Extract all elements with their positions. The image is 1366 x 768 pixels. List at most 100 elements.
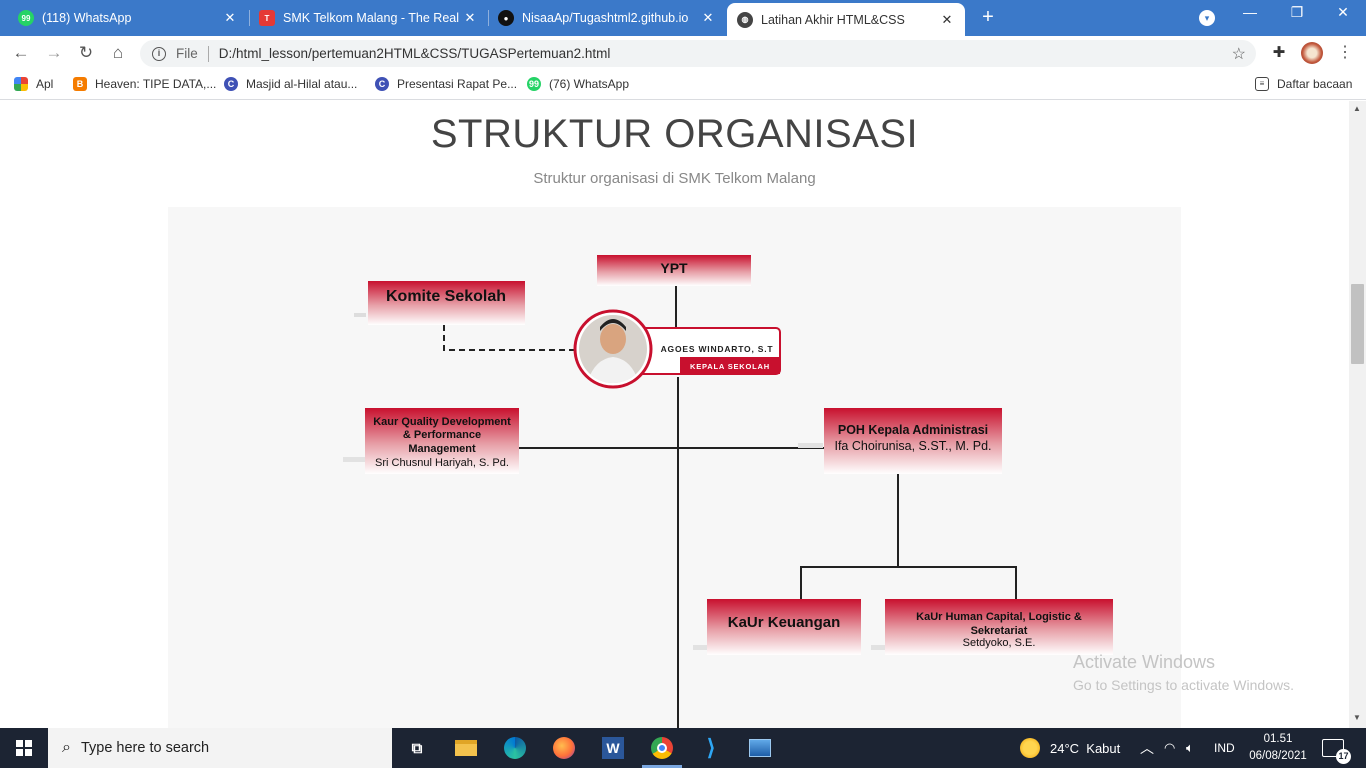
svg-text:POH Kepala Administrasi: POH Kepala Administrasi [838, 423, 988, 437]
file-explorer-icon[interactable] [452, 734, 480, 762]
tab-title: (118) WhatsApp [42, 11, 132, 25]
bookmark-whatsapp[interactable]: 99 (76) WhatsApp [527, 77, 629, 91]
telkom-icon: T [259, 10, 275, 26]
close-icon[interactable]: ✕ [939, 12, 955, 28]
bookmark-label: (76) WhatsApp [549, 77, 630, 91]
profile-avatar[interactable] [1301, 42, 1323, 64]
bookmark-presentasi[interactable]: C Presentasi Rapat Pe... [375, 77, 517, 91]
watermark-line1: Activate Windows [1073, 652, 1216, 672]
svg-text:Kaur Quality Development: Kaur Quality Development [373, 416, 511, 428]
network-wifi-icon[interactable]: ◠ [1164, 728, 1175, 768]
tab-title: SMK Telkom Malang - The Real Ir [283, 11, 462, 25]
svg-text:KEPALA SEKOLAH: KEPALA SEKOLAH [690, 362, 770, 371]
canva-icon: C [224, 77, 238, 91]
close-icon[interactable]: ✕ [222, 10, 238, 26]
whatsapp-icon: 99 [527, 77, 541, 91]
scheme-label: File [176, 46, 198, 61]
notification-center-icon[interactable]: 17 [1322, 728, 1351, 768]
svg-text:& Performance: & Performance [403, 429, 481, 441]
page-subtitle: Struktur organisasi di SMK Telkom Malang [533, 170, 816, 187]
kebab-menu-icon[interactable]: ⋮ [1337, 42, 1353, 62]
page-viewport: STRUKTUR ORGANISASI Struktur organisasi … [0, 101, 1349, 728]
tab-smk-telkom[interactable]: T SMK Telkom Malang - The Real Ir ✕ [249, 3, 488, 33]
watermark-line2: Go to Settings to activate Windows. [1073, 677, 1294, 693]
vscode-icon[interactable]: ⟩ [697, 734, 725, 762]
clock-time: 01.51 [1263, 733, 1293, 745]
svg-text:YPT: YPT [660, 260, 688, 276]
org-node-kaur-keuangan: KaUr Keuangan [707, 599, 861, 655]
bookmark-heaven[interactable]: B Heaven: TIPE DATA,... [73, 77, 216, 91]
input-language[interactable]: IND [1214, 728, 1235, 768]
scroll-thumb[interactable] [1351, 284, 1364, 364]
address-bar[interactable]: i File D:/html_lesson/pertemuan2HTML&CSS… [140, 40, 1256, 67]
bookmark-apps[interactable]: Apl [14, 77, 53, 91]
restore-icon[interactable]: ❐ [1287, 4, 1307, 21]
scroll-up-arrow-icon[interactable]: ▲ [1353, 104, 1361, 113]
bookmarks-bar: Apl B Heaven: TIPE DATA,... C Masjid al-… [0, 70, 1366, 100]
bookmark-star-icon[interactable]: ☆ [1232, 44, 1246, 64]
minimize-icon[interactable]: — [1240, 4, 1260, 20]
svg-text:Sri Chusnul Hariyah, S. Pd.: Sri Chusnul Hariyah, S. Pd. [375, 457, 509, 469]
home-icon[interactable]: ⌂ [107, 42, 129, 64]
tab-search-icon[interactable]: ▾ [1199, 10, 1215, 26]
scroll-down-arrow-icon[interactable]: ▼ [1353, 713, 1361, 722]
org-chart-image: YPT Komite Sekolah AGOES WINDARTO, S.T K… [168, 207, 1181, 728]
show-hidden-icons-chevron-icon[interactable]: ︿ [1140, 728, 1154, 768]
new-tab-button[interactable]: + [978, 6, 998, 29]
clock-date: 06/08/2021 [1249, 750, 1307, 762]
close-icon[interactable]: ✕ [462, 10, 478, 26]
weather-widget[interactable]: 24°C Kabut [1020, 728, 1120, 768]
extensions-puzzle-icon[interactable]: ✚ [1270, 44, 1288, 62]
back-icon[interactable]: ← [10, 42, 32, 64]
page-title: STRUKTUR ORGANISASI [430, 112, 919, 156]
svg-text:AGOES WINDARTO, S.T: AGOES WINDARTO, S.T [661, 344, 774, 354]
whatsapp-icon: 99 [18, 10, 34, 26]
blogger-icon: B [73, 77, 87, 91]
bookmark-masjid[interactable]: C Masjid al-Hilal atau... [224, 77, 357, 91]
notification-badge: 17 [1336, 749, 1351, 764]
svg-text:Management: Management [408, 443, 476, 455]
forward-icon[interactable]: → [43, 42, 65, 64]
tab-github[interactable]: ● NisaaAp/Tugashtml2.github.io ✕ [488, 3, 726, 33]
page-scrollbar[interactable]: ▲ ▼ [1349, 101, 1366, 728]
bookmark-label: Masjid al-Hilal atau... [246, 77, 358, 91]
language-label: IND [1214, 741, 1235, 755]
start-button[interactable] [0, 728, 48, 768]
tab-title: NisaaAp/Tugashtml2.github.io [522, 11, 689, 25]
tab-latihan-akhir[interactable]: ◍ Latihan Akhir HTML&CSS ✕ [727, 3, 965, 36]
volume-icon[interactable]: 🔈︎ [1186, 728, 1194, 768]
windows-taskbar: ⌕ Type here to search ⧉ W ⟩ 24°C Kabut ︿… [0, 728, 1366, 768]
browser-toolbar: ← → ↻ ⌂ i File D:/html_lesson/pertemuan2… [0, 36, 1366, 70]
reload-icon[interactable]: ↻ [75, 42, 97, 64]
weather-fog-icon [1020, 738, 1040, 758]
activate-windows-watermark: Activate Windows Go to Settings to activ… [1073, 652, 1294, 693]
svg-text:Ifa Choirunisa, S.ST., M. Pd.: Ifa Choirunisa, S.ST., M. Pd. [834, 439, 991, 453]
info-icon[interactable]: i [152, 46, 166, 61]
url-text[interactable]: D:/html_lesson/pertemuan2HTML&CSS/TUGASP… [219, 46, 611, 61]
weather-text: 24°C Kabut [1050, 740, 1121, 756]
reading-list[interactable]: ≡ Daftar bacaan [1255, 77, 1352, 91]
tab-whatsapp[interactable]: 99 (118) WhatsApp ✕ [8, 3, 248, 33]
firefox-icon[interactable] [550, 734, 578, 762]
photos-icon[interactable] [746, 734, 774, 762]
org-node-kaur-human-capital: KaUr Human Capital, Logistic & Sekretari… [885, 599, 1113, 655]
tab-strip: 99 (118) WhatsApp ✕ T SMK Telkom Malang … [0, 0, 1366, 36]
window-close-icon[interactable]: ✕ [1333, 4, 1353, 21]
org-node-komite-sekolah: Komite Sekolah [368, 281, 525, 325]
chrome-icon[interactable] [648, 734, 676, 762]
word-icon[interactable]: W [599, 734, 627, 762]
bookmark-label: Apl [36, 77, 54, 91]
search-icon: ⌕ [62, 739, 71, 756]
org-node-kaur-quality: Kaur Quality Development & Performance M… [365, 408, 519, 474]
org-node-poh-kepala-administrasi: POH Kepala Administrasi Ifa Choirunisa, … [824, 408, 1002, 474]
apps-grid-icon [14, 77, 28, 91]
globe-icon: ◍ [737, 11, 753, 28]
task-view-icon[interactable]: ⧉ [403, 734, 431, 762]
taskbar-search-box[interactable]: ⌕ Type here to search [48, 728, 392, 768]
bookmark-label: Heaven: TIPE DATA,... [95, 77, 217, 91]
org-node-kepala-sekolah: AGOES WINDARTO, S.T KEPALA SEKOLAH [573, 309, 781, 389]
edge-icon[interactable] [501, 734, 529, 762]
close-icon[interactable]: ✕ [700, 10, 716, 26]
taskbar-clock[interactable]: 01.51 06/08/2021 [1246, 731, 1310, 765]
org-node-ypt: YPT [597, 255, 751, 286]
